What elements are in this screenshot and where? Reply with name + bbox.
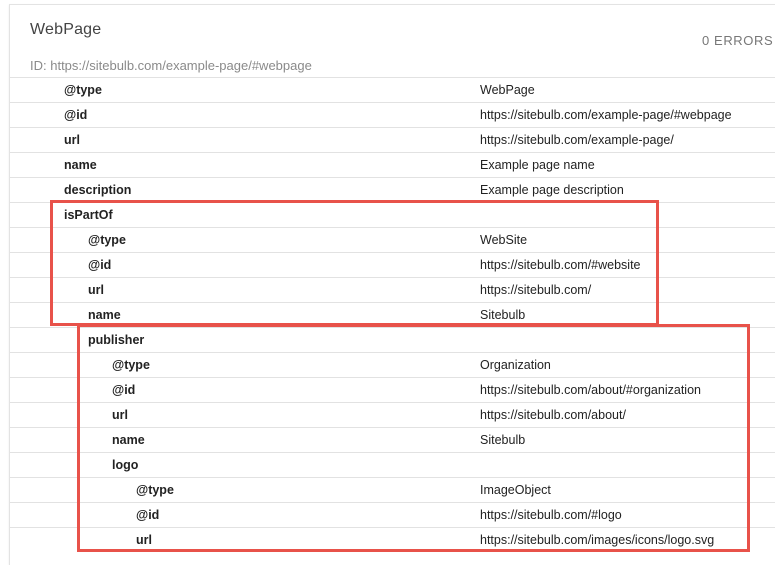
- property-value: WebPage: [480, 83, 535, 97]
- property-value: https://sitebulb.com/images/icons/logo.s…: [480, 533, 715, 547]
- property-value: https://sitebulb.com/example-page/#webpa…: [480, 108, 732, 122]
- property-row: @id https://sitebulb.com/example-page/#we…: [10, 102, 775, 127]
- property-value: Sitebulb: [480, 308, 526, 322]
- property-key: name: [64, 158, 97, 172]
- property-key: url: [64, 133, 80, 147]
- property-value: https://sitebulb.com/about/: [480, 408, 626, 422]
- property-value: https://sitebulb.com/#logo: [480, 508, 622, 522]
- property-row: name Sitebulb: [10, 302, 775, 327]
- property-row: url https://sitebulb.com/images/icons/log…: [10, 527, 775, 552]
- property-row: url https://sitebulb.com/about/: [10, 402, 775, 427]
- property-value: Organization: [480, 358, 551, 372]
- error-count: 0 ERRORS: [702, 33, 774, 48]
- property-key: publisher: [88, 333, 145, 347]
- property-key: url: [136, 533, 152, 547]
- property-key: logo: [112, 458, 139, 472]
- property-row: url https://sitebulb.com/: [10, 277, 775, 302]
- property-key: @type: [64, 83, 102, 97]
- property-value: Example page name: [480, 158, 595, 172]
- property-value: https://sitebulb.com/about/#organization: [480, 383, 701, 397]
- property-key: @id: [112, 383, 136, 397]
- property-group-row: logo: [10, 452, 775, 477]
- property-key: @type: [112, 358, 150, 372]
- card-title: WebPage: [30, 21, 102, 38]
- property-key: url: [88, 283, 104, 297]
- property-row: @type Organization: [10, 352, 775, 377]
- property-key: name: [88, 308, 121, 322]
- property-row: name Sitebulb: [10, 427, 775, 452]
- property-key: url: [112, 408, 128, 422]
- property-key: @type: [88, 233, 126, 247]
- property-row: name Example page name: [10, 152, 775, 177]
- property-key: @id: [88, 258, 112, 272]
- property-key: description: [64, 183, 132, 197]
- schema-id: ID: https://sitebulb.com/example-page/#w…: [30, 58, 312, 73]
- property-key: name: [112, 433, 145, 447]
- property-row: @id https://sitebulb.com/about/#organizat…: [10, 377, 775, 402]
- property-group-row: publisher: [10, 327, 775, 352]
- property-key: @id: [136, 508, 160, 522]
- property-value: https://sitebulb.com/#website: [480, 258, 641, 272]
- property-table: @type WebPage @id https://sitebulb.com/exa…: [10, 77, 775, 552]
- property-value: https://sitebulb.com/example-page/: [480, 133, 674, 147]
- property-key: isPartOf: [64, 208, 113, 222]
- property-value: Sitebulb: [480, 433, 526, 447]
- property-row: url https://sitebulb.com/example-page/: [10, 127, 775, 152]
- property-value: WebSite: [480, 233, 528, 247]
- property-value: https://sitebulb.com/: [480, 283, 592, 297]
- property-key: @id: [64, 108, 88, 122]
- property-row: @type WebPage: [10, 77, 775, 102]
- property-value: Example page description: [480, 183, 624, 197]
- property-group-row: isPartOf: [10, 202, 775, 227]
- property-row: @type ImageObject: [10, 477, 775, 502]
- property-row: @id https://sitebulb.com/#logo: [10, 502, 775, 527]
- property-row: @id https://sitebulb.com/#website: [10, 252, 775, 277]
- property-key: @type: [136, 483, 174, 497]
- property-value: ImageObject: [480, 483, 551, 497]
- property-row: description Example page description: [10, 177, 775, 202]
- property-row: @type WebSite: [10, 227, 775, 252]
